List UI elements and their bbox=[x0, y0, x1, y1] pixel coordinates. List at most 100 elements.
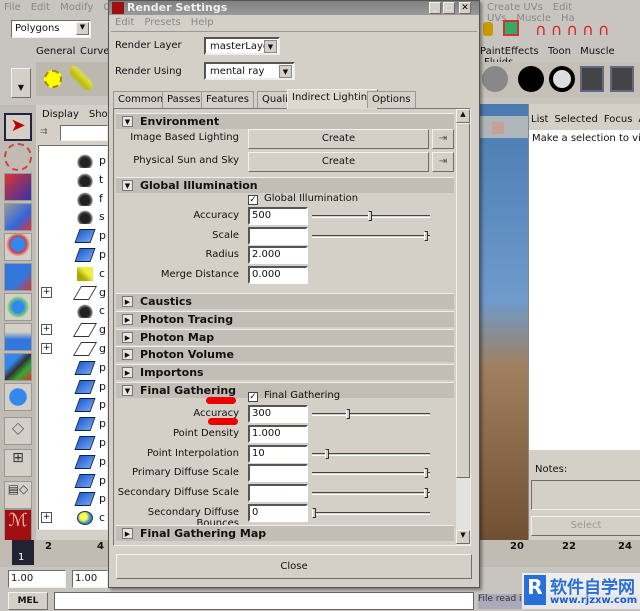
maximize-button[interactable]: □ bbox=[443, 2, 455, 14]
render-using-select[interactable]: mental ray ▼ bbox=[204, 62, 295, 80]
outliner-item[interactable]: + g bbox=[39, 340, 107, 358]
field-point-interpolation[interactable]: 10 bbox=[248, 444, 308, 463]
grey-sphere-icon[interactable] bbox=[482, 66, 508, 92]
minimize-button[interactable]: _ bbox=[429, 2, 441, 14]
outliner-item[interactable]: p bbox=[39, 396, 107, 414]
expanded-triangle-icon[interactable]: ▼ bbox=[122, 180, 133, 191]
outliner-item[interactable]: p bbox=[39, 378, 107, 396]
scroll-thumb[interactable] bbox=[456, 123, 470, 478]
outliner-item[interactable]: p bbox=[39, 152, 107, 170]
slider[interactable] bbox=[312, 448, 430, 459]
section-header[interactable]: ▼ Environment bbox=[116, 113, 454, 129]
slider-handle[interactable] bbox=[424, 230, 428, 241]
ipr-clapper-icon[interactable] bbox=[610, 66, 634, 92]
collapsed-triangle-icon[interactable]: ▶ bbox=[122, 528, 133, 539]
expand-icon[interactable]: + bbox=[41, 324, 52, 336]
dialog-menu-presets[interactable]: Presets bbox=[144, 17, 180, 28]
field-merge-distance[interactable]: 0.000 bbox=[248, 266, 308, 285]
outliner-item[interactable]: p bbox=[39, 434, 107, 452]
slider[interactable] bbox=[312, 488, 430, 499]
scale-tool-icon[interactable] bbox=[4, 263, 32, 291]
command-input[interactable] bbox=[54, 592, 474, 610]
menu-create-uvs[interactable]: Create UVs bbox=[487, 2, 543, 13]
shelf-tab-muscle[interactable]: Muscle bbox=[580, 46, 615, 57]
outliner-item[interactable]: + c bbox=[39, 509, 107, 527]
slider[interactable] bbox=[312, 508, 430, 518]
field-accuracy[interactable]: 300 bbox=[248, 405, 308, 423]
outliner-menu-display[interactable]: Display bbox=[42, 109, 79, 120]
expand-icon[interactable]: + bbox=[41, 512, 52, 524]
slider[interactable] bbox=[312, 409, 430, 419]
move-tool-icon[interactable] bbox=[4, 203, 32, 231]
soft-mod-icon[interactable] bbox=[4, 323, 32, 351]
section-header[interactable]: ▶ Importons bbox=[116, 364, 454, 380]
lock-icon[interactable] bbox=[483, 22, 493, 36]
viewport[interactable] bbox=[480, 104, 528, 540]
close-button[interactable]: Close bbox=[116, 554, 472, 579]
outliner-item[interactable]: p bbox=[39, 227, 107, 245]
attr-menu-selected[interactable]: Selected bbox=[554, 114, 597, 125]
paint-select-icon[interactable] bbox=[4, 173, 32, 201]
outliner-item[interactable]: p bbox=[39, 453, 107, 471]
slider-handle[interactable] bbox=[424, 488, 428, 499]
range-start-field[interactable]: 1.00 bbox=[8, 570, 66, 588]
outliner-item[interactable]: c bbox=[39, 265, 107, 283]
tab-options[interactable]: Options bbox=[367, 91, 416, 108]
tab-indirect-lighting[interactable]: Indirect Lighting bbox=[287, 89, 379, 109]
spot-light-icon[interactable] bbox=[70, 66, 92, 90]
create-button[interactable]: Create bbox=[248, 152, 429, 172]
filter-icon[interactable]: ⇉ bbox=[40, 127, 58, 143]
outliner-item[interactable]: p bbox=[39, 246, 107, 264]
collapsed-triangle-icon[interactable]: ▶ bbox=[122, 332, 133, 343]
outliner-item[interactable]: c bbox=[39, 302, 107, 320]
slider-handle[interactable] bbox=[325, 448, 330, 459]
slider[interactable] bbox=[312, 468, 430, 479]
layout-single-icon[interactable]: ◇ bbox=[4, 417, 32, 445]
select-tool-icon[interactable]: ➤ bbox=[4, 113, 32, 141]
slider-handle[interactable] bbox=[424, 468, 428, 479]
mel-button[interactable]: MEL bbox=[8, 592, 48, 610]
shelf-tab-general[interactable]: General bbox=[36, 46, 75, 57]
universal-manipulator-icon[interactable] bbox=[4, 293, 32, 321]
select-button[interactable]: Select bbox=[531, 516, 640, 536]
layout-four-icon[interactable]: ⊞ bbox=[4, 449, 32, 477]
section-header[interactable]: ▶ Photon Tracing bbox=[116, 311, 454, 327]
slider[interactable] bbox=[312, 230, 430, 241]
connect-button[interactable]: ⇥ bbox=[432, 129, 454, 149]
field-secondary-diffuse-bounces[interactable]: 0 bbox=[248, 504, 308, 522]
render-clapper-icon[interactable] bbox=[580, 66, 604, 92]
field-scale[interactable] bbox=[248, 226, 308, 245]
dialog-menu-edit[interactable]: Edit bbox=[115, 17, 134, 28]
connect-button[interactable]: ⇥ bbox=[432, 152, 454, 172]
outliner-item[interactable]: + g bbox=[39, 284, 107, 302]
field-primary-diffuse-scale[interactable] bbox=[248, 464, 308, 483]
snap-icon[interactable] bbox=[503, 20, 519, 36]
lasso-tool-icon[interactable] bbox=[4, 143, 32, 171]
outliner-item[interactable]: f bbox=[39, 190, 107, 208]
mode-select[interactable]: Polygons ▼ bbox=[11, 20, 91, 38]
ring-icon[interactable] bbox=[549, 66, 575, 92]
shelf-options-button[interactable]: ▼ bbox=[11, 68, 31, 98]
outliner-item[interactable]: p bbox=[39, 415, 107, 433]
render-layer-select[interactable]: masterLayer ▼ bbox=[204, 37, 280, 55]
attr-menu-focus[interactable]: Focus bbox=[604, 114, 633, 125]
magnet-icons[interactable]: ∩∩∩∩∩ bbox=[535, 20, 640, 39]
expand-icon[interactable]: + bbox=[41, 343, 52, 354]
scroll-down-button[interactable]: ▼ bbox=[456, 530, 470, 544]
slider-handle[interactable] bbox=[368, 211, 372, 221]
menu-file[interactable]: File bbox=[4, 2, 21, 13]
expand-icon[interactable]: + bbox=[41, 286, 52, 298]
show-manipulator-icon[interactable] bbox=[4, 353, 32, 381]
slider-handle[interactable] bbox=[345, 409, 350, 419]
tab-common[interactable]: Common bbox=[113, 91, 169, 108]
create-button[interactable]: Create bbox=[248, 129, 429, 149]
collapsed-triangle-icon[interactable]: ▶ bbox=[122, 367, 133, 378]
collapsed-triangle-icon[interactable]: ▶ bbox=[122, 296, 133, 307]
collapsed-triangle-icon[interactable]: ▶ bbox=[122, 349, 133, 360]
section-header[interactable]: ▶ Photon Volume bbox=[116, 346, 454, 362]
outliner-item[interactable]: t bbox=[39, 171, 107, 189]
outliner-search-input[interactable] bbox=[60, 125, 108, 141]
scrollbar[interactable]: ▲ ▼ bbox=[456, 109, 470, 545]
dialog-menu-help[interactable]: Help bbox=[191, 17, 214, 28]
menu-edit[interactable]: Edit bbox=[31, 2, 50, 13]
